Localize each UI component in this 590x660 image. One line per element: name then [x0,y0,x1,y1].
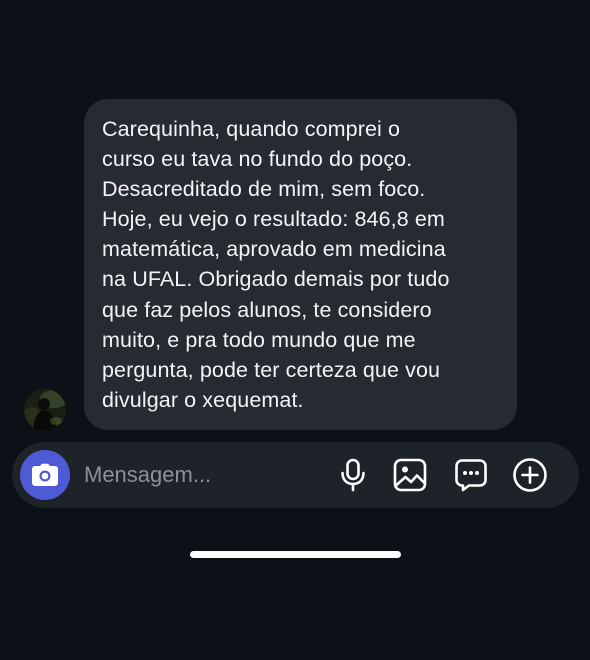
camera-button[interactable] [20,450,70,500]
gallery-button[interactable] [392,457,428,493]
sender-avatar[interactable] [24,389,66,431]
message-input[interactable] [84,456,314,494]
voice-message-button[interactable] [335,457,371,493]
plus-circle-icon [513,458,547,492]
avatar-photo [24,389,66,431]
image-icon [393,458,427,492]
chat-screen: Carequinha, quando comprei o curso eu ta… [0,0,590,660]
home-indicator[interactable] [190,551,401,558]
more-options-button[interactable] [512,457,548,493]
received-message-bubble[interactable]: Carequinha, quando comprei o curso eu ta… [84,99,517,430]
microphone-icon [341,458,365,492]
message-composer [12,442,579,508]
message-text: Carequinha, quando comprei o curso eu ta… [102,117,450,412]
sticker-button[interactable] [453,457,489,493]
message-dots-icon [455,459,487,492]
camera-icon [32,463,58,486]
